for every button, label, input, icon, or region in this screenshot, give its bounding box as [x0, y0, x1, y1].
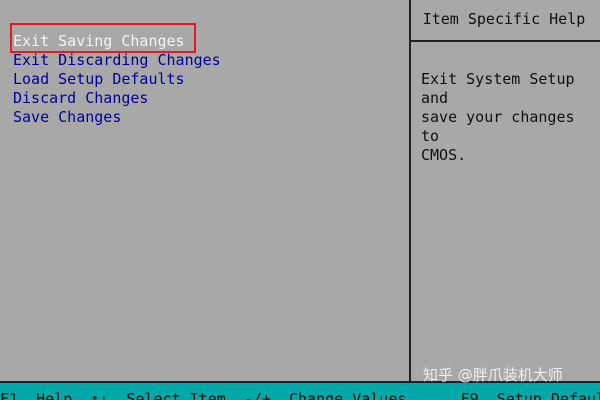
watermark: 知乎 @胖爪装机大师	[423, 366, 563, 384]
panel-divider-vertical	[409, 0, 411, 382]
bios-footer-bar: F1 Help ↑↓ Select Item -/+ Change Values…	[0, 383, 600, 400]
help-panel-text: Exit System Setup and save your changes …	[421, 70, 575, 164]
menu-item-discard-changes[interactable]: Discard Changes	[13, 89, 221, 108]
help-panel-title: Item Specific Help	[422, 10, 586, 28]
menu-item-load-setup-defaults[interactable]: Load Setup Defaults	[13, 70, 221, 89]
menu-item-save-changes[interactable]: Save Changes	[13, 108, 221, 127]
exit-menu-list: Exit Saving Changes Exit Discarding Chan…	[13, 32, 221, 127]
item-specific-help-panel	[408, 0, 600, 382]
footer-key-help-text: F1 Help ↑↓ Select Item -/+ Change Values…	[0, 390, 600, 400]
menu-item-exit-saving-changes[interactable]: Exit Saving Changes	[13, 32, 221, 51]
help-title-divider	[411, 40, 600, 42]
menu-item-exit-discarding-changes[interactable]: Exit Discarding Changes	[13, 51, 221, 70]
